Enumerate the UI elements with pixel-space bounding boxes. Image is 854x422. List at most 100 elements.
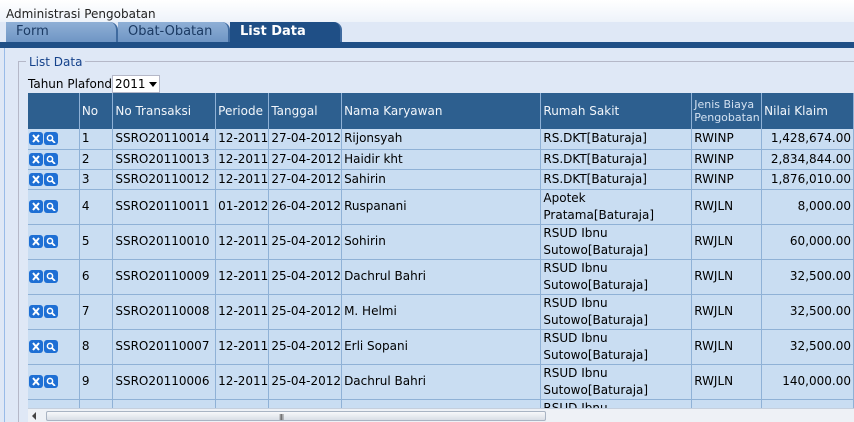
cell-no: 9 xyxy=(79,364,114,400)
cell-periode: 12-2011 xyxy=(215,364,270,400)
cell-nama-karyawan: Sahirin xyxy=(341,169,542,190)
cell-nilai-klaim: 1,876,010.00 xyxy=(761,169,854,190)
list-data-legend: List Data xyxy=(26,55,86,69)
view-icon[interactable] xyxy=(44,172,58,186)
delete-icon[interactable] xyxy=(29,305,43,318)
cell-no: 8 xyxy=(79,329,114,365)
col-header-no-transaksi[interactable]: No Transaksi xyxy=(112,93,217,129)
cell-jenis-biaya: RWINP xyxy=(691,129,763,150)
cell-nilai-klaim: 1,428,674.00 xyxy=(761,129,854,150)
cell-nama-karyawan: Erli Sopani xyxy=(341,329,542,365)
delete-icon[interactable] xyxy=(29,340,43,353)
cell-nilai-klaim: 60,000.00 xyxy=(761,224,854,260)
cell-no: 5 xyxy=(79,224,114,260)
cell-periode: 12-2011 xyxy=(215,399,270,408)
cell-nilai-klaim: 140,000.00 xyxy=(761,364,854,400)
cell-rumah-sakit: RS.DKT[Baturaja] xyxy=(540,169,693,190)
tab-strip: Form Obat-Obatan List Data xyxy=(0,22,854,42)
cell-jenis-biaya: RWJLN xyxy=(691,294,763,330)
cell-rumah-sakit: RSUD Ibnu Sutowo[Baturaja] xyxy=(540,294,693,330)
cell-nilai-klaim: 40,000.00 xyxy=(761,399,854,408)
cell-nilai-klaim: 8,000.00 xyxy=(761,189,854,225)
view-icon[interactable] xyxy=(44,340,58,353)
cell-no-transaksi: SSRO20110014 xyxy=(112,129,217,150)
horizontal-scrollbar[interactable]: III xyxy=(28,408,854,422)
data-grid: No No Transaksi Periode Tanggal Nama Kar… xyxy=(28,93,854,408)
cell-rumah-sakit: RSUD Ibnu Sutowo[Baturaja] xyxy=(540,329,693,365)
chevron-down-icon[interactable] xyxy=(149,82,157,87)
cell-rumah-sakit: Apotek Pratama[Baturaja] xyxy=(540,189,693,225)
cell-no: 7 xyxy=(79,294,114,330)
tahun-plafond-value: 2011 xyxy=(115,77,146,91)
delete-icon[interactable] xyxy=(29,172,43,186)
table-row[interactable]: 10SSRO2011000512-201125-04-2012M. HelmiR… xyxy=(28,399,854,408)
cell-tanggal: 25-04-2012 xyxy=(268,294,343,330)
col-header-no[interactable]: No xyxy=(79,93,114,129)
view-icon[interactable] xyxy=(44,200,58,213)
cell-jenis-biaya: RWJLN xyxy=(691,259,763,295)
table-row[interactable]: 5 SSRO20110010 12-2011 25-04-2012 Sohirin RSU… xyxy=(28,224,854,260)
table-row[interactable]: 3 SSRO20110012 12-2011 27-04-2012 Sahirin RS.… xyxy=(28,169,854,190)
delete-icon[interactable] xyxy=(29,235,43,248)
cell-no-transaksi: SSRO20110008 xyxy=(112,294,217,330)
cell-nama-karyawan: M. Helmi xyxy=(341,294,542,330)
view-icon[interactable] xyxy=(44,305,58,318)
tab-list-data[interactable]: List Data xyxy=(230,22,342,42)
delete-icon[interactable] xyxy=(29,270,43,283)
view-icon[interactable] xyxy=(44,270,58,283)
cell-no-transaksi: SSRO20110013 xyxy=(112,149,217,170)
cell-tanggal: 26-04-2012 xyxy=(268,189,343,225)
cell-no: 10 xyxy=(79,399,114,408)
cell-nilai-klaim: 2,834,844.00 xyxy=(761,149,854,170)
cell-nama-karyawan: M. Helmi xyxy=(341,399,542,408)
tahun-plafond-select[interactable]: 2011 xyxy=(112,75,160,93)
cell-tanggal: 25-04-2012 xyxy=(268,329,343,365)
scrollbar-thumb[interactable]: III xyxy=(46,411,546,422)
row-actions xyxy=(28,169,80,190)
scroll-left-icon[interactable] xyxy=(32,412,36,420)
cell-rumah-sakit: RS.DKT[Baturaja] xyxy=(540,149,693,170)
col-header-rumah-sakit[interactable]: Rumah Sakit xyxy=(540,93,693,129)
tab-form[interactable]: Form xyxy=(6,22,118,42)
row-actions xyxy=(28,294,80,330)
cell-periode: 12-2011 xyxy=(215,329,270,365)
cell-tanggal: 27-04-2012 xyxy=(268,129,343,150)
cell-tanggal: 25-04-2012 xyxy=(268,259,343,295)
tab-obat-obatan[interactable]: Obat-Obatan xyxy=(118,22,230,42)
cell-jenis-biaya: RWINP xyxy=(691,169,763,190)
cell-nama-karyawan: Dachrul Bahri xyxy=(341,364,542,400)
cell-nilai-klaim: 32,500.00 xyxy=(761,294,854,330)
delete-icon[interactable] xyxy=(29,152,43,166)
col-header-tanggal[interactable]: Tanggal xyxy=(268,93,343,129)
cell-periode: 01-2012 xyxy=(215,189,270,225)
table-row[interactable]: 4 SSRO20110011 01-2012 26-04-2012 Ruspanani A… xyxy=(28,189,854,225)
col-header-nilai-klaim[interactable]: Nilai Klaim xyxy=(761,93,854,129)
cell-tanggal: 27-04-2012 xyxy=(268,169,343,190)
cell-no-transaksi: SSRO20110007 xyxy=(112,329,217,365)
cell-rumah-sakit: RSUD Ibnu Sutowo[Baturaja] xyxy=(540,259,693,295)
table-row[interactable]: 2 SSRO20110013 12-2011 27-04-2012 Haidir kht… xyxy=(28,149,854,170)
table-row[interactable]: 7 SSRO20110008 12-2011 25-04-2012 M. Helmi RS… xyxy=(28,294,854,330)
cell-periode: 12-2011 xyxy=(215,149,270,170)
view-icon[interactable] xyxy=(44,152,58,166)
col-header-jenis-biaya[interactable]: Jenis Biaya Pengobatan xyxy=(691,93,763,129)
delete-icon[interactable] xyxy=(29,132,43,146)
view-icon[interactable] xyxy=(44,235,58,248)
col-header-nama-karyawan[interactable]: Nama Karyawan xyxy=(341,93,542,129)
cell-periode: 12-2011 xyxy=(215,294,270,330)
cell-no-transaksi: SSRO20110006 xyxy=(112,364,217,400)
view-icon[interactable] xyxy=(44,375,58,388)
cell-nama-karyawan: Rijonsyah xyxy=(341,129,542,150)
col-header-periode[interactable]: Periode xyxy=(215,93,270,129)
cell-jenis-biaya: RWJLN xyxy=(691,189,763,225)
delete-icon[interactable] xyxy=(29,200,43,213)
table-row[interactable]: 9 SSRO20110006 12-2011 25-04-2012 Dachrul Ba… xyxy=(28,364,854,400)
table-row[interactable]: 1 SSRO20110014 12-2011 27-04-2012 Rijonsyah R… xyxy=(28,129,854,150)
table-row[interactable]: 6 SSRO20110009 12-2011 25-04-2012 Dachrul Ba… xyxy=(28,259,854,295)
view-icon[interactable] xyxy=(44,132,58,146)
table-row[interactable]: 8 SSRO20110007 12-2011 25-04-2012 Erli Sopan… xyxy=(28,329,854,365)
delete-icon[interactable] xyxy=(29,375,43,388)
cell-tanggal: 25-04-2012 xyxy=(268,364,343,400)
cell-tanggal: 25-04-2012 xyxy=(268,224,343,260)
cell-nama-karyawan: Dachrul Bahri xyxy=(341,259,542,295)
